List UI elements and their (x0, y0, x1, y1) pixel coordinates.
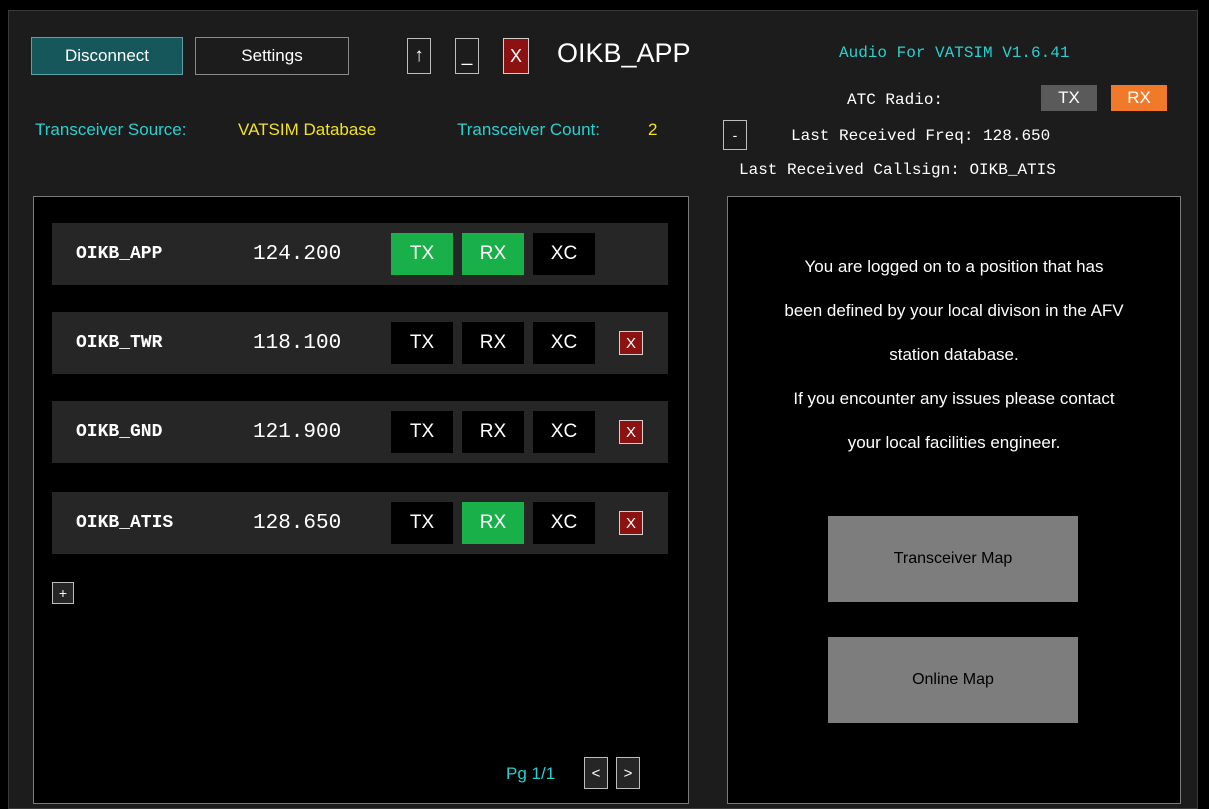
version-label: Audio For VATSIM V1.6.41 (839, 44, 1070, 62)
row-callsign: OIKB_ATIS (76, 513, 174, 533)
row-frequency: 118.100 (253, 331, 342, 355)
atc-radio-label: ATC Radio: (847, 91, 944, 109)
remove-transceiver-button[interactable]: X (619, 511, 643, 535)
remove-transceiver-button[interactable]: X (619, 420, 643, 444)
transceiver-row: OIKB_APP 124.200 TX RX XC (52, 223, 668, 285)
transceiver-source-label: Transceiver Source: (35, 120, 187, 139)
info-text-line: You are logged on to a position that has (804, 257, 1104, 276)
info-text-line: your local facilities engineer. (847, 433, 1061, 452)
row-frequency: 128.650 (253, 511, 342, 535)
row-callsign: OIKB_TWR (76, 333, 163, 353)
last-received-callsign: Last Received Callsign: OIKB_ATIS (739, 161, 1056, 179)
transceiver-row: OIKB_TWR 118.100 TX RX XC X (52, 312, 668, 374)
tx-toggle[interactable]: TX (391, 411, 453, 453)
page-indicator: Pg 1/1 (506, 764, 556, 783)
transceiver-list-panel: OIKB_APP 124.200 TX RX XC OIKB_TWR 118.1… (33, 196, 689, 804)
transceiver-map-button[interactable]: Transceiver Map (828, 516, 1078, 602)
prev-page-button[interactable]: < (584, 757, 608, 789)
info-text-line: station database. (889, 345, 1019, 364)
info-panel: You are logged on to a position that has… (727, 196, 1181, 804)
tx-toggle[interactable]: TX (391, 322, 453, 364)
info-text-line: If you encounter any issues please conta… (793, 389, 1115, 408)
rx-toggle[interactable]: RX (462, 411, 524, 453)
row-callsign: OIKB_APP (76, 244, 163, 264)
atc-rx-indicator: RX (1111, 85, 1167, 111)
transceiver-source-value: VATSIM Database (238, 120, 377, 139)
xc-toggle[interactable]: XC (533, 322, 595, 364)
transceiver-row: OIKB_GND 121.900 TX RX XC X (52, 401, 668, 463)
close-window-button[interactable]: X (503, 38, 529, 74)
xc-toggle[interactable]: XC (533, 502, 595, 544)
xc-toggle[interactable]: XC (533, 411, 595, 453)
row-frequency: 124.200 (253, 242, 342, 266)
next-page-button[interactable]: > (616, 757, 640, 789)
page-title: OIKB_APP (557, 38, 691, 68)
info-text-line: been defined by your local divison in th… (784, 301, 1124, 320)
transceiver-count-value: 2 (648, 120, 658, 139)
add-transceiver-button[interactable]: + (52, 582, 74, 604)
transceiver-count-label: Transceiver Count: (457, 120, 600, 139)
rx-toggle[interactable]: RX (462, 322, 524, 364)
rx-toggle[interactable]: RX (462, 502, 524, 544)
online-map-button[interactable]: Online Map (828, 637, 1078, 723)
atc-tx-indicator: TX (1041, 85, 1097, 111)
row-callsign: OIKB_GND (76, 422, 163, 442)
remove-transceiver-button[interactable]: X (619, 331, 643, 355)
minimize-button[interactable]: _ (455, 38, 479, 74)
tx-toggle[interactable]: TX (391, 502, 453, 544)
settings-button[interactable]: Settings (195, 37, 349, 75)
rx-toggle[interactable]: RX (462, 233, 524, 275)
transceiver-row: OIKB_ATIS 128.650 TX RX XC X (52, 492, 668, 554)
afv-window: Disconnect Settings ↑ _ X OIKB_APP Audio… (8, 10, 1198, 809)
xc-toggle[interactable]: XC (533, 233, 595, 275)
disconnect-button[interactable]: Disconnect (31, 37, 183, 75)
tx-toggle[interactable]: TX (391, 233, 453, 275)
collapse-button[interactable]: - (723, 120, 747, 150)
row-frequency: 121.900 (253, 420, 342, 444)
always-on-top-button[interactable]: ↑ (407, 38, 431, 74)
last-received-freq: Last Received Freq: 128.650 (791, 127, 1051, 145)
